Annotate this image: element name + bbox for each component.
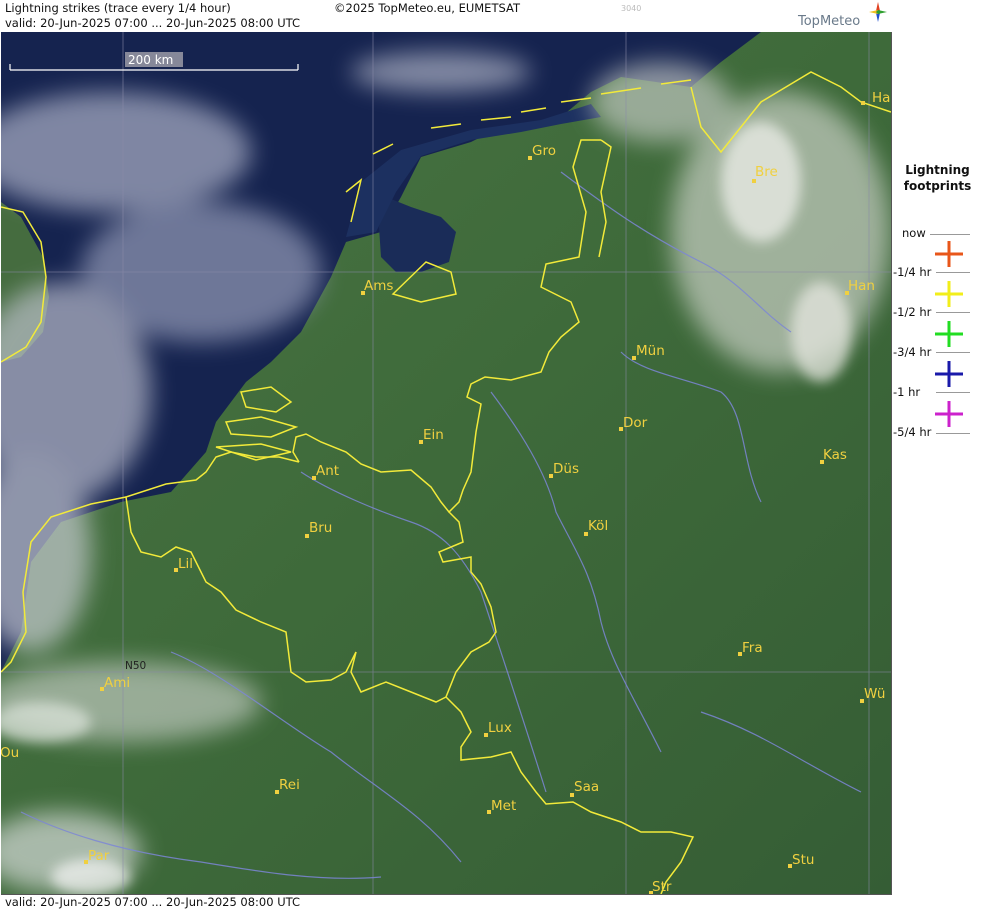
- city-label: Kas: [823, 447, 847, 463]
- city-label: Str: [652, 879, 672, 894]
- city-label: Saa: [574, 779, 599, 795]
- lightning-legend: Lightning footprints now -1/4 hr -1/2 hr …: [892, 32, 983, 894]
- city-label: Köl: [588, 518, 608, 534]
- city-label: Ams: [364, 278, 393, 294]
- city-label: Dor: [623, 415, 648, 431]
- legend-divider: [936, 433, 970, 434]
- topmeteo-logo-text[interactable]: TopMeteo: [798, 14, 860, 29]
- map-header: Lightning strikes (trace every 1/4 hour)…: [0, 0, 891, 32]
- legend-divider: [930, 234, 970, 235]
- legend-label-quarter: -1/4 hr: [893, 265, 932, 279]
- legend-title: Lightning footprints: [903, 163, 972, 193]
- compass-star-icon: [869, 2, 887, 22]
- legend-divider: [936, 352, 970, 353]
- city-label: Wü: [864, 686, 885, 702]
- legend-label-now: now: [902, 226, 926, 240]
- city-label: Mün: [636, 343, 665, 359]
- city-label: Bru: [309, 520, 332, 536]
- city-label: Fra: [742, 640, 763, 656]
- legend-divider: [936, 272, 970, 273]
- city-label: Rei: [279, 777, 300, 793]
- city-label: Met: [491, 798, 516, 814]
- lightning-cross-icon: [935, 281, 963, 307]
- city-label: Lil: [178, 556, 193, 572]
- map-title: Lightning strikes (trace every 1/4 hour): [5, 1, 231, 15]
- legend-label-one-hour: -1 hr: [893, 385, 921, 399]
- city-label: Gro: [532, 143, 556, 159]
- city-label: Han: [848, 278, 875, 294]
- satellite-map[interactable]: 200 km Gro Bre Ha Ams Han Mün Dor Ein An…: [1, 32, 892, 895]
- map-canvas[interactable]: 200 km Gro Bre Ha Ams Han Mün Dor Ein An…: [1, 32, 891, 894]
- legend-label-half: -1/2 hr: [893, 305, 932, 319]
- city-label: Düs: [553, 461, 579, 477]
- city-label: Bre: [755, 164, 778, 180]
- city-label: Ant: [316, 463, 339, 479]
- validity-text: valid: 20-Jun-2025 07:00 ... 20-Jun-2025…: [5, 16, 301, 30]
- latitude-label: N50: [125, 660, 146, 672]
- lightning-cross-icon: [935, 321, 963, 347]
- legend-label-five-quarter: -5/4 hr: [893, 425, 932, 439]
- lightning-cross-icon: [935, 361, 963, 387]
- legend-divider: [936, 312, 970, 313]
- city-label: Ha: [872, 90, 890, 106]
- footer-validity: valid: 20-Jun-2025 07:00 ... 20-Jun-2025…: [5, 895, 301, 909]
- city-label: Stu: [792, 852, 814, 868]
- city-label: Ein: [423, 427, 444, 443]
- lightning-cross-icon: [935, 241, 963, 267]
- lightning-cross-icon: [935, 401, 963, 427]
- city-label: Ami: [104, 675, 130, 691]
- city-label: Ou: [1, 745, 19, 761]
- city-label: Lux: [488, 720, 512, 736]
- legend-label-three-quarter: -3/4 hr: [893, 345, 932, 359]
- legend-divider: [936, 392, 970, 393]
- product-code: 3040: [621, 4, 642, 13]
- scale-bar-label: 200 km: [128, 53, 173, 67]
- city-label: Par: [88, 848, 110, 864]
- copyright-text: ©2025 TopMeteo.eu, EUMETSAT: [334, 1, 520, 15]
